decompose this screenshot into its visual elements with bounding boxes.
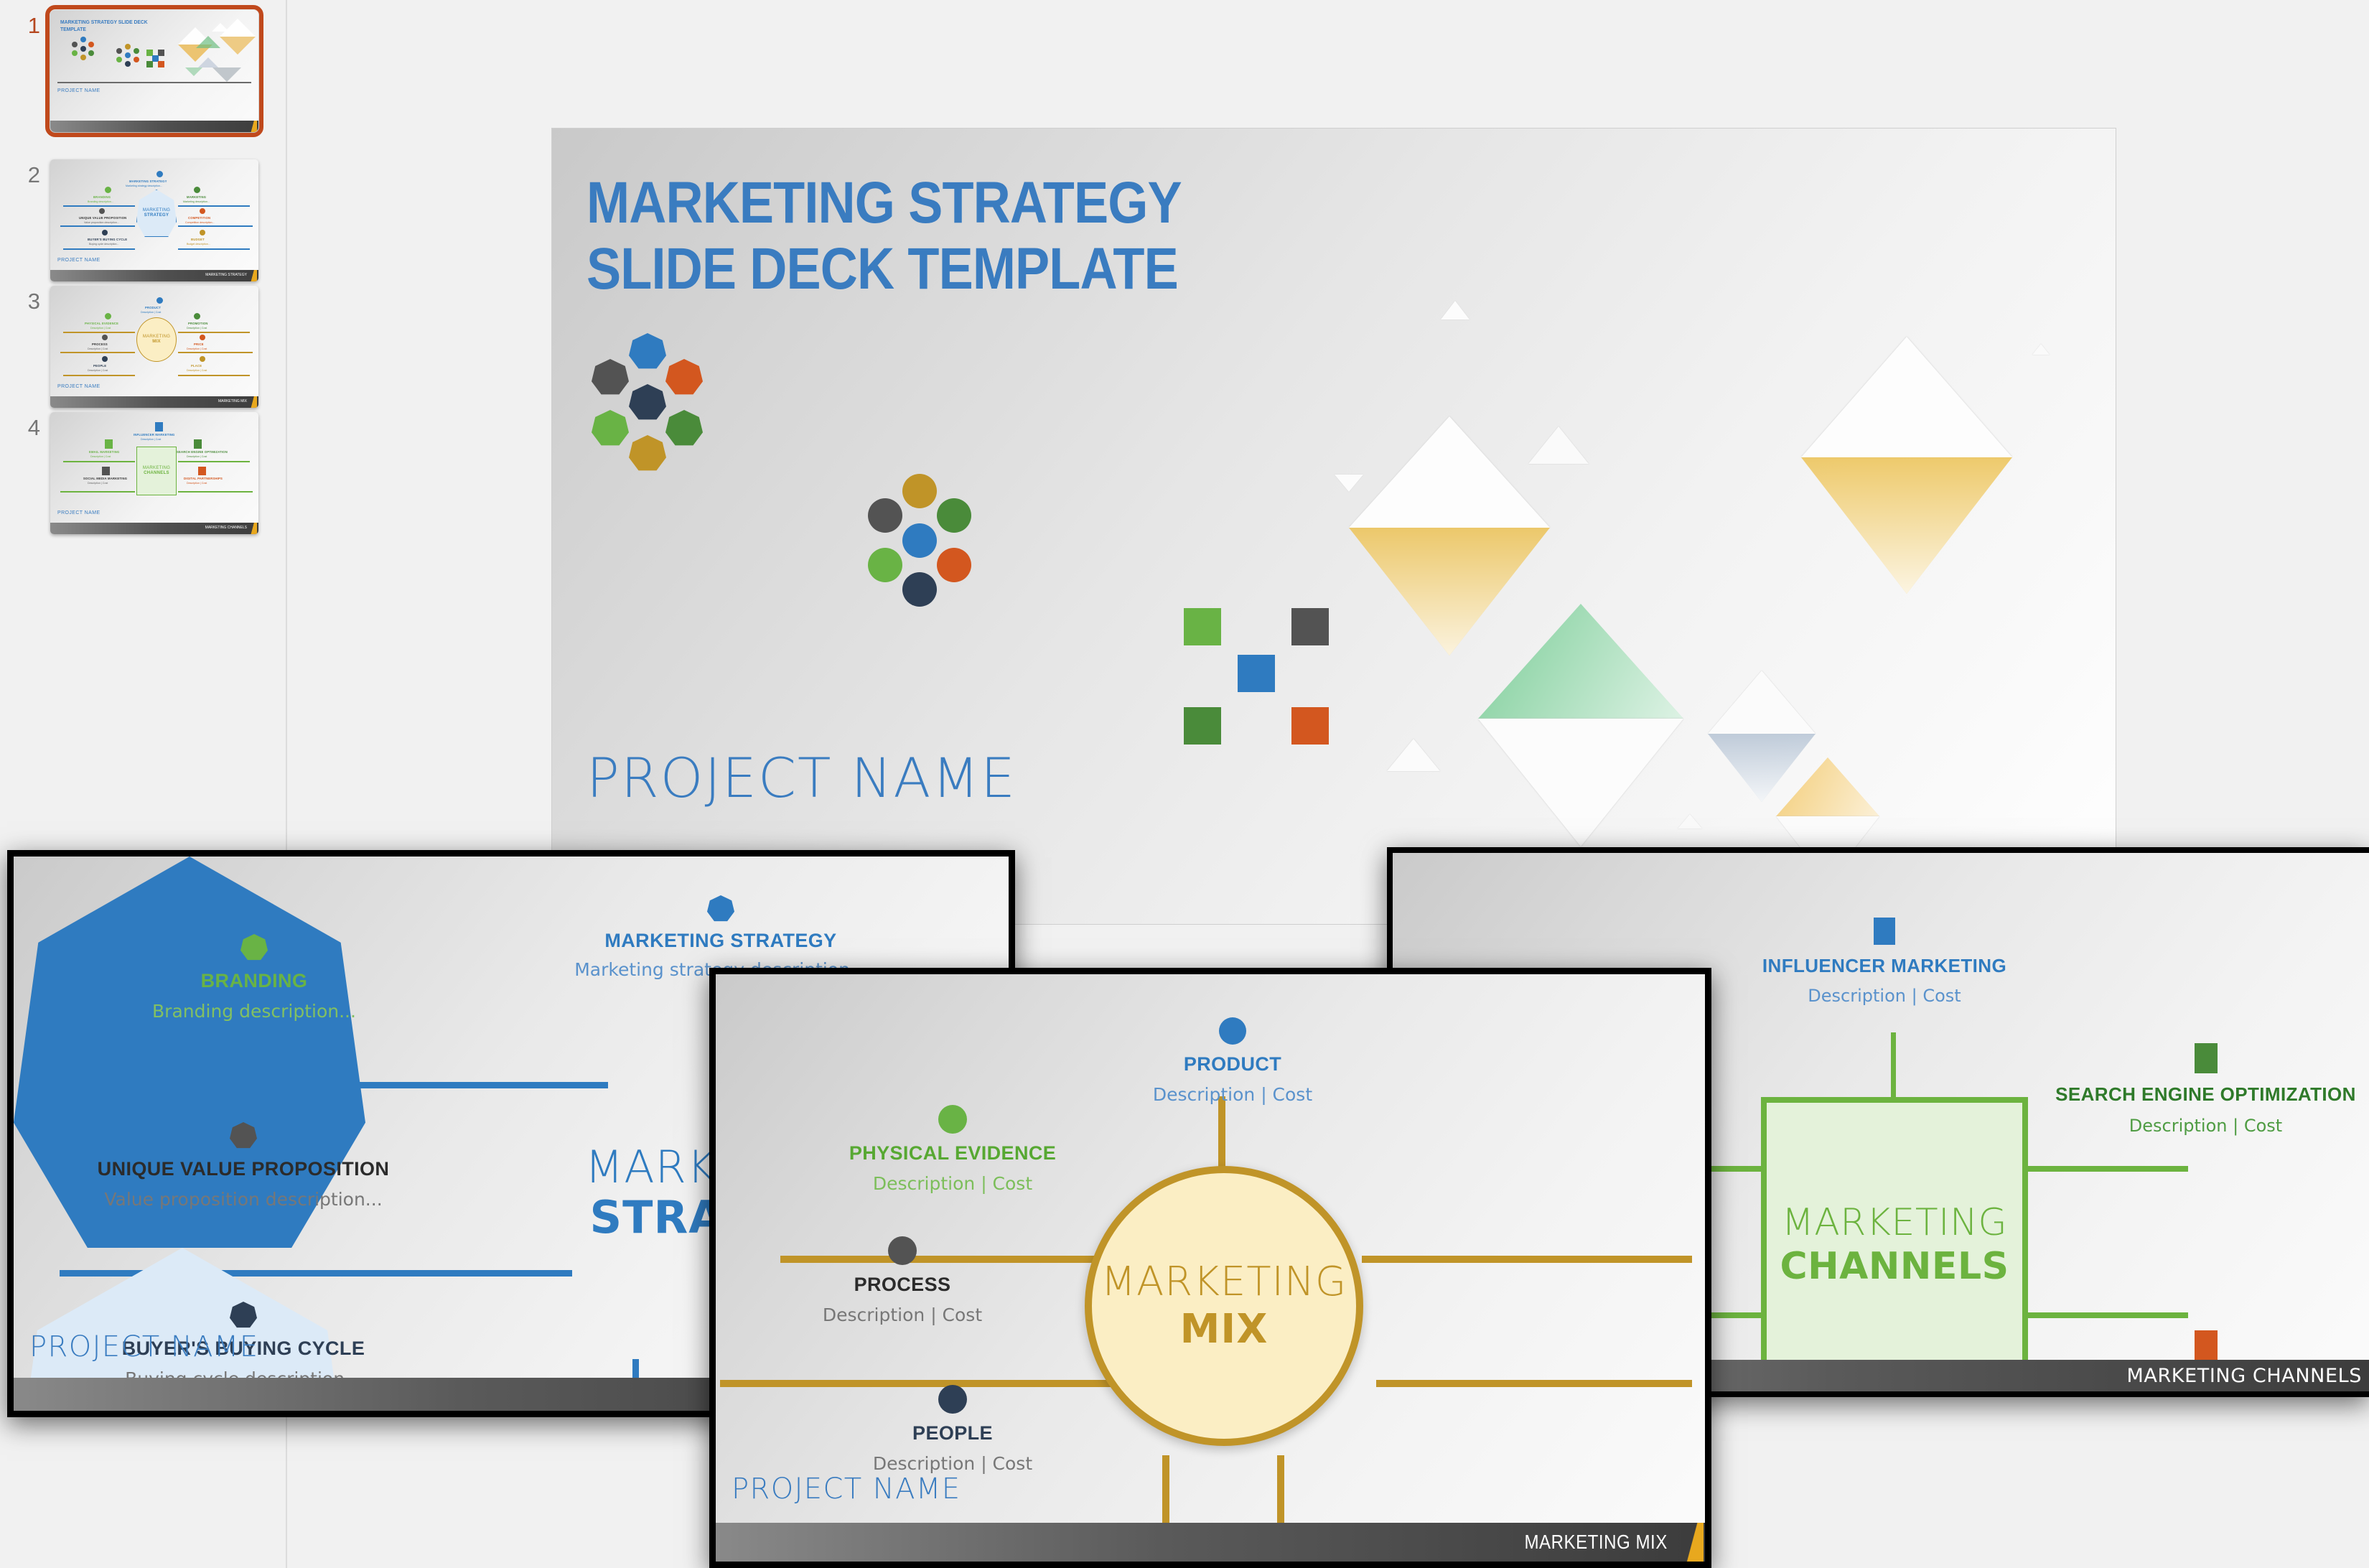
- node-marker-icon: [707, 895, 734, 922]
- node-marker-icon: [938, 1385, 967, 1414]
- slide-project-name: PROJECT NAME: [732, 1473, 961, 1506]
- node-branding: BRANDING Branding description...: [53, 934, 455, 1022]
- node-desc: Description | Cost: [872, 1173, 1033, 1194]
- slide-project-name: PROJECT NAME: [29, 1330, 259, 1363]
- node-desc: Description | Cost: [1808, 986, 1961, 1006]
- thumbnail-project-4: PROJECT NAME: [57, 510, 101, 515]
- thumbnail-slide-3[interactable]: 3 PRODUCT Description | Cost PHYSICAL EV…: [6, 286, 258, 408]
- node-physical-evidence: PHYSICAL EVIDENCE Description | Cost: [748, 1105, 1157, 1194]
- node-marker-icon: [230, 1122, 257, 1149]
- node-marker-icon: [2194, 1043, 2218, 1073]
- thumbnail-slide-4[interactable]: 4 INFLUENCER MARKETING Description | Cos…: [6, 412, 258, 534]
- thumbnail-number-4: 4: [27, 415, 40, 440]
- connector-line: [1376, 1380, 1692, 1387]
- node-marker-icon: [1874, 918, 1895, 945]
- thumbnail-slide-2[interactable]: 2 MARKETING STRATEGY Marketing strategy …: [6, 159, 258, 281]
- node-title: PEOPLE: [912, 1422, 993, 1444]
- connector-line: [1362, 1256, 1692, 1263]
- thumbnail-card-4[interactable]: INFLUENCER MARKETING Description | Cost …: [50, 412, 258, 534]
- center-label-line2: CHANNELS: [1780, 1245, 2009, 1288]
- node-desc: Description | Cost: [1152, 1084, 1313, 1105]
- main-slide-canvas[interactable]: MARKETING STRATEGY SLIDE DECK TEMPLATE P…: [551, 128, 2116, 925]
- slide-footer-bar: MARKETING MIX: [716, 1523, 1705, 1562]
- node-title: PROCESS: [854, 1274, 951, 1295]
- node-marker-icon: [2194, 1330, 2218, 1361]
- node-product: PRODUCT Description | Cost: [1050, 1017, 1416, 1105]
- thumbnail-slide-1[interactable]: 1 MARKETING STRATEGY SLIDE DECK TEMPLATE: [6, 5, 263, 137]
- thumbnail-project-2: PROJECT NAME: [57, 258, 101, 263]
- thumbnail-card-1[interactable]: MARKETING STRATEGY SLIDE DECK TEMPLATE P…: [45, 5, 263, 137]
- node-search-engine-optimization: SEARCH ENGINE OPTIMIZATION Description |…: [2039, 1043, 2369, 1136]
- node-title: PHYSICAL EVIDENCE: [849, 1142, 1057, 1164]
- center-label: MARKETING CHANNELS: [1761, 1097, 2028, 1391]
- thumbnail-card-3[interactable]: PRODUCT Description | Cost PHYSICAL EVID…: [50, 286, 258, 408]
- node-unique-value-proposition: UNIQUE VALUE PROPOSITION Value propositi…: [42, 1122, 444, 1210]
- thumbnail-title-1: MARKETING STRATEGY SLIDE DECK TEMPLATE: [60, 19, 148, 33]
- thumbnail-number-1: 1: [27, 13, 40, 38]
- node-title: UNIQUE VALUE PROPOSITION: [97, 1158, 390, 1180]
- node-title: BRANDING: [200, 970, 308, 991]
- center-label-line2: MIX: [1179, 1306, 1268, 1353]
- floating-slide-marketing-mix[interactable]: MARKETING MIX PRODUCT Description | Cost…: [709, 968, 1711, 1568]
- node-title: MARKETING STRATEGY: [604, 930, 837, 951]
- node-marker-icon: [240, 934, 268, 961]
- footer-slash-accent: [1685, 1523, 1704, 1562]
- slide-footer-label: MARKETING MIX: [1524, 1531, 1668, 1553]
- node-process: PROCESS Description | Cost: [716, 1236, 1107, 1325]
- node-marker-icon: [230, 1302, 257, 1328]
- thumbnail-number-2: 2: [27, 162, 40, 187]
- node-title: SEARCH ENGINE OPTIMIZATION: [2055, 1083, 2356, 1105]
- slide-project-name: PROJECT NAME: [587, 746, 1017, 810]
- node-desc: Description | Cost: [872, 1453, 1033, 1474]
- node-desc: Branding description...: [152, 1001, 356, 1022]
- thumbnail-card-2[interactable]: MARKETING STRATEGY Marketing strategy de…: [50, 159, 258, 281]
- node-people: PEOPLE Description | Cost: [748, 1385, 1157, 1474]
- node-marker-icon: [888, 1236, 917, 1265]
- node-desc: Value proposition description...: [104, 1189, 383, 1210]
- node-desc: Description | Cost: [2129, 1116, 2283, 1136]
- connector-line: [1891, 1032, 1896, 1101]
- thumbnail-project-3: PROJECT NAME: [57, 384, 101, 389]
- slide-footer-label: MARKETING CHANNELS: [2126, 1364, 2362, 1387]
- connector-line: [1218, 1096, 1225, 1175]
- node-marker-icon: [1219, 1017, 1246, 1045]
- node-desc: Description | Cost: [822, 1305, 983, 1325]
- thumbnail-number-3: 3: [27, 289, 40, 314]
- thumbnail-project-1: PROJECT NAME: [57, 88, 101, 93]
- center-label-line1: MARKETING: [1101, 1258, 1347, 1305]
- node-title: INFLUENCER MARKETING: [1762, 955, 2007, 976]
- node-marker-icon: [938, 1105, 967, 1134]
- node-title: PRODUCT: [1183, 1053, 1282, 1075]
- center-label-line1: MARKETING: [1781, 1200, 2008, 1244]
- node-influencer-marketing: INFLUENCER MARKETING Description | Cost: [1701, 918, 2067, 1006]
